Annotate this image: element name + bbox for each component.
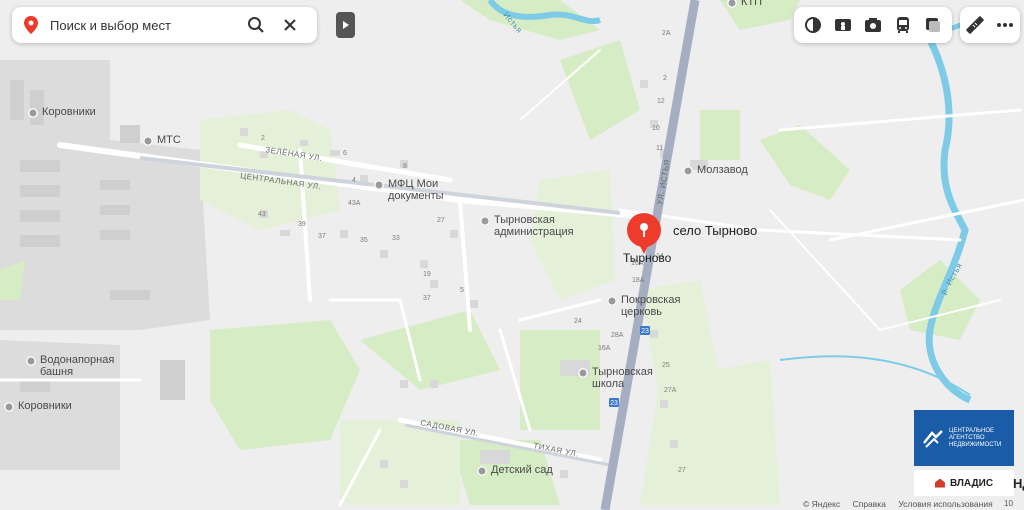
svg-text:2: 2 (663, 75, 667, 82)
logo-line-2: АГЕНТСТВО (949, 434, 985, 441)
agency-logo: ЦЕНТРАЛЬНОЕ АГЕНТСТВО НЕДВИЖИМОСТИ (914, 410, 1014, 466)
map-layers-toolbar (794, 7, 952, 43)
watermark-tail: НД (1013, 476, 1024, 491)
poi-school[interactable]: Тырновская школа (578, 366, 658, 390)
terms-link[interactable]: Условия использования (898, 499, 992, 509)
ruler-button[interactable] (962, 12, 988, 38)
poi-church[interactable]: Покровская церковь (607, 294, 687, 318)
house-icon (934, 478, 945, 488)
svg-text:4: 4 (352, 177, 356, 184)
clear-button[interactable] (275, 10, 305, 40)
church-icon (607, 296, 617, 306)
poi-kindergarten[interactable]: Детский сад (477, 464, 553, 476)
svg-text:19: 19 (423, 271, 431, 278)
collapse-panel-button[interactable] (336, 12, 355, 38)
poi-korovniki[interactable]: Коровники (28, 106, 96, 118)
svg-text:35: 35 (360, 237, 368, 244)
transit-icon (897, 17, 909, 33)
svg-text:8: 8 (403, 163, 407, 170)
selected-place-label: Тырново (623, 251, 672, 265)
poi-icon (683, 166, 693, 176)
svg-text:27: 27 (678, 467, 686, 474)
tools-toolbar (960, 7, 1020, 43)
svg-text:18А: 18А (632, 277, 645, 284)
search-button[interactable] (241, 10, 271, 40)
poi-mfc[interactable]: МФЦ Мои документы (374, 178, 474, 202)
poi-icon (28, 108, 38, 118)
play-arrow-icon (342, 21, 349, 29)
svg-text:10: 10 (652, 125, 660, 132)
transit-button[interactable] (890, 12, 916, 38)
help-link[interactable]: Справка (853, 499, 886, 509)
more-button[interactable] (992, 12, 1018, 38)
svg-text:11: 11 (656, 145, 663, 152)
poi-icon (143, 136, 153, 146)
vladis-logo: ВЛАДИС (914, 470, 1014, 496)
svg-text:23: 23 (641, 328, 649, 335)
location-pin-icon (24, 16, 38, 34)
selected-place-name[interactable]: село Тырново (673, 223, 757, 238)
svg-text:16А: 16А (598, 345, 611, 352)
more-icon (997, 23, 1013, 27)
traffic-button[interactable] (920, 12, 946, 38)
search-bar (12, 7, 317, 43)
panorama-icon (835, 19, 851, 31)
poi-korovniki-2[interactable]: Коровники (4, 400, 72, 412)
school-icon (578, 368, 588, 378)
svg-text:39: 39 (298, 221, 306, 228)
kindergarten-icon (477, 466, 487, 476)
agency-logo-icon (923, 430, 943, 448)
svg-text:2: 2 (261, 135, 265, 142)
photo-icon (865, 18, 881, 32)
search-input[interactable] (48, 16, 237, 34)
close-icon (284, 19, 296, 31)
search-icon (248, 17, 264, 33)
svg-text:24: 24 (574, 318, 582, 325)
panorama-button[interactable] (830, 12, 856, 38)
svg-text:43: 43 (258, 211, 266, 218)
svg-text:27А: 27А (664, 387, 677, 394)
photo-button[interactable] (860, 12, 886, 38)
svg-text:5: 5 (460, 287, 464, 294)
svg-text:23: 23 (610, 400, 618, 407)
svg-text:12: 12 (657, 98, 665, 105)
scale-label: 10 (1004, 499, 1013, 508)
svg-text:6: 6 (343, 150, 347, 157)
poi-molzavod[interactable]: Молзавод (683, 164, 748, 176)
poi-mts[interactable]: МТС (143, 134, 181, 146)
layers-icon (805, 17, 821, 33)
svg-text:28А: 28А (611, 332, 624, 339)
poi-icon (374, 180, 384, 190)
svg-text:33: 33 (392, 235, 400, 242)
poi-icon (727, 0, 737, 8)
poi-icon (26, 356, 36, 366)
yandex-copyright-link[interactable]: © Яндекс (803, 499, 840, 509)
copyright-bar: © Яндекс Справка Условия использования (803, 499, 1003, 509)
poi-icon (480, 216, 490, 226)
logo-line-1: ЦЕНТРАЛЬНОЕ (949, 427, 995, 434)
layers-button[interactable] (800, 12, 826, 38)
poi-ktp[interactable]: КТП (727, 0, 762, 8)
ruler-icon (966, 16, 984, 34)
svg-text:37: 37 (423, 295, 431, 302)
poi-water-tower[interactable]: Водонапорная башня (26, 354, 116, 378)
svg-text:27: 27 (437, 217, 445, 224)
svg-text:37: 37 (318, 233, 326, 240)
map-canvas[interactable]: 23 23 ЗЕЛЁНАЯ УЛ. ЦЕНТРАЛЬНАЯ УЛ. УЛ. ИС… (0, 0, 1024, 510)
selected-place-pin-icon[interactable] (626, 212, 662, 256)
svg-text:43А: 43А (348, 200, 361, 207)
svg-text:2А: 2А (662, 30, 671, 37)
svg-text:25: 25 (662, 362, 670, 369)
poi-icon (4, 402, 14, 412)
poi-administration[interactable]: Тырновская администрация (480, 214, 580, 238)
logo-line-3: НЕДВИЖИМОСТИ (949, 441, 1002, 448)
traffic-icon (926, 18, 940, 32)
